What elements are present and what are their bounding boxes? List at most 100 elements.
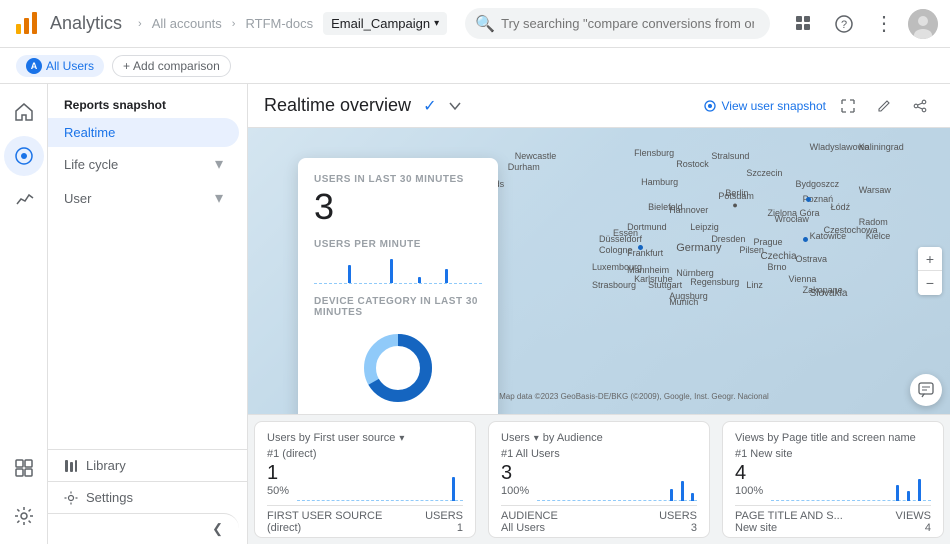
- view-user-snapshot-button[interactable]: View user snapshot: [703, 99, 826, 113]
- sidebar-item-lifecycle[interactable]: Life cycle ▾: [48, 147, 239, 181]
- users-30min-label: USERS IN LAST 30 MINUTES: [314, 174, 482, 185]
- explore-icon: [14, 458, 34, 478]
- all-users-button[interactable]: A All Users: [16, 55, 104, 77]
- view-snapshot-label: View user snapshot: [721, 99, 826, 113]
- page-title-chart: [771, 469, 931, 501]
- audience-row-label: All Users: [501, 522, 545, 534]
- page-title-footer: PAGE TITLE AND S... VIEWS: [735, 505, 931, 522]
- lifecycle-label: Life cycle: [64, 157, 118, 172]
- floating-card: USERS IN LAST 30 MINUTES 3 USERS PER MIN…: [298, 158, 498, 414]
- users-count: 3: [314, 187, 482, 227]
- sidebar-nav: Reports snapshot Realtime Life cycle ▾ U…: [48, 84, 247, 449]
- collapse-icon: ❮: [212, 521, 223, 537]
- nav-lifecycle-button[interactable]: [4, 180, 44, 220]
- nav-settings-button[interactable]: [4, 496, 44, 536]
- audience-bar-1: [670, 489, 673, 501]
- page-title-col1: PAGE TITLE AND S...: [735, 510, 843, 522]
- home-icon: [14, 102, 34, 122]
- reports-snapshot-title: Reports snapshot: [48, 92, 247, 118]
- user-avatar-icon: [908, 9, 938, 39]
- help-button[interactable]: ?: [828, 8, 860, 40]
- search-input[interactable]: [465, 8, 770, 39]
- breadcrumb-sep2: ›: [232, 18, 236, 30]
- realtime-icon: [14, 146, 34, 166]
- all-users-avatar: A: [26, 58, 42, 74]
- search-icon: 🔍: [475, 14, 495, 34]
- map-container: Newcastle Durham Leeds Hamburg Hannover …: [248, 128, 950, 414]
- page-title-bar-3: [918, 479, 921, 501]
- add-comparison-label: Add comparison: [133, 59, 220, 73]
- expand-button[interactable]: [834, 92, 862, 120]
- topbar-actions: ? ⋮: [788, 8, 938, 40]
- page-title-col2: VIEWS: [896, 510, 931, 522]
- sidebar-collapse-button[interactable]: ❮: [48, 513, 239, 544]
- nav-realtime-button[interactable]: [4, 136, 44, 176]
- view-snapshot-icon: [703, 99, 717, 113]
- sidebar-item-user[interactable]: User ▾: [48, 181, 239, 215]
- users-per-minute-chart: [314, 252, 482, 284]
- sidebar-settings-icon: [64, 491, 78, 505]
- avatar[interactable]: [908, 9, 938, 39]
- add-comparison-button[interactable]: + Add comparison: [112, 55, 231, 77]
- chart-bar-2: [390, 259, 393, 283]
- page-title-bar-2: [907, 491, 910, 501]
- page-title-value: 4: [735, 462, 763, 485]
- realtime-label: Realtime: [64, 125, 115, 140]
- more-options-button[interactable]: ⋮: [868, 8, 900, 40]
- first-user-source-pct: 50%: [267, 485, 289, 497]
- first-user-source-dropdown-icon[interactable]: ▾: [399, 433, 404, 444]
- audience-title: Users: [501, 432, 530, 444]
- svg-text:?: ?: [841, 19, 847, 31]
- page-title-bar-1: [896, 485, 899, 501]
- audience-footer: AUDIENCE USERS: [501, 505, 697, 522]
- title-dropdown-icon[interactable]: [448, 99, 462, 113]
- page-title: Realtime overview: [264, 95, 411, 116]
- chat-feedback-button[interactable]: [910, 374, 942, 406]
- sidebar-item-realtime[interactable]: Realtime: [48, 118, 239, 147]
- first-user-source-header: Users by First user source ▾: [267, 432, 463, 444]
- breadcrumb-property[interactable]: RTFM-docs: [245, 16, 313, 31]
- audience-row: All Users 3: [501, 522, 697, 534]
- expand-icon: [841, 99, 855, 113]
- sidebar-settings[interactable]: Settings: [48, 481, 247, 513]
- sidebar-library[interactable]: Library: [48, 449, 247, 481]
- main-layout: Reports snapshot Realtime Life cycle ▾ U…: [0, 84, 950, 544]
- page-title-card: Views by Page title and screen name #1 N…: [722, 421, 944, 538]
- account-chevron-icon: ▾: [434, 18, 439, 29]
- nav-explore-button[interactable]: [4, 448, 44, 488]
- audience-dropdown-icon[interactable]: ▾: [534, 433, 539, 444]
- audience-baseline: [537, 500, 697, 501]
- audience-value: 3: [501, 462, 529, 485]
- donut-chart: [358, 328, 438, 408]
- audience-col1: AUDIENCE: [501, 510, 558, 522]
- account-selector[interactable]: Email_Campaign ▾: [323, 12, 447, 35]
- first-user-source-footer: FIRST USER SOURCE USERS: [267, 505, 463, 522]
- chart-bar-4: [445, 269, 448, 283]
- first-user-source-baseline: [297, 500, 463, 501]
- first-user-source-bar: [452, 477, 455, 501]
- audience-card: Users ▾ by Audience #1 All Users 3 100%: [488, 421, 710, 538]
- topbar: Analytics › All accounts › RTFM-docs Ema…: [0, 0, 950, 48]
- audience-chart: [537, 469, 697, 501]
- audience-bar-3: [691, 493, 694, 501]
- breadcrumb-all-accounts[interactable]: All accounts: [152, 16, 222, 31]
- apps-grid-button[interactable]: [788, 8, 820, 40]
- lifecycle-expand-icon: ▾: [215, 154, 223, 174]
- page-title-pct: 100%: [735, 485, 763, 497]
- nav-home-button[interactable]: [4, 92, 44, 132]
- first-user-source-row-value: 1: [457, 522, 463, 534]
- page-title-row-label: New site: [735, 522, 777, 534]
- edit-icon: [877, 99, 891, 113]
- edit-button[interactable]: [870, 92, 898, 120]
- library-label: Library: [86, 458, 126, 473]
- zoom-in-button[interactable]: +: [918, 247, 942, 271]
- icon-nav: [0, 84, 48, 544]
- library-icon: [64, 459, 78, 473]
- first-user-source-col2: USERS: [425, 510, 463, 522]
- share-button[interactable]: [906, 92, 934, 120]
- page-title-title: Views by Page title and screen name: [735, 432, 916, 444]
- more-icon: ⋮: [874, 11, 894, 36]
- zoom-out-button[interactable]: −: [918, 271, 942, 295]
- chat-icon: [918, 382, 934, 398]
- audience-rank: #1 All Users: [501, 448, 697, 460]
